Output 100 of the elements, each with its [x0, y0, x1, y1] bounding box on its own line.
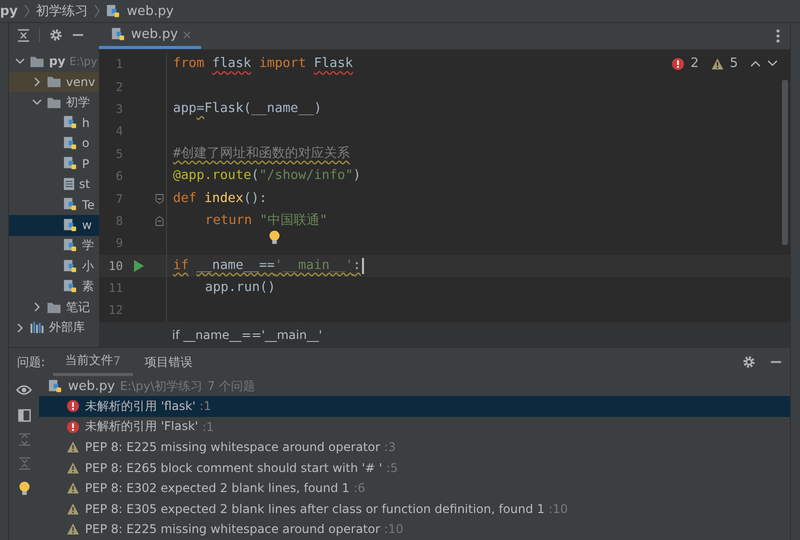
code-line: if __name__=='__main__': [173, 256, 364, 275]
tree-item-label: 笔记 [66, 298, 90, 316]
line-reference: :1 [200, 399, 212, 414]
folder-icon [46, 300, 62, 314]
code-line: @app.route("/show/info") [173, 167, 361, 186]
warning-icon [67, 441, 79, 454]
chevron-icon [94, 4, 100, 18]
context-breadcrumb[interactable]: if __name__=='__main__' [172, 328, 322, 342]
python-file-icon [63, 258, 78, 274]
tree-item[interactable]: 外部库 [9, 318, 99, 338]
breadcrumb-item[interactable]: py [0, 4, 18, 18]
problem-row[interactable]: PEP 8: E225 missing whitespace around operator :10 [39, 519, 790, 540]
text-file-icon [63, 177, 75, 192]
fold-end-icon[interactable] [154, 214, 164, 227]
more-options-icon[interactable] [776, 29, 780, 43]
tree-item-label: 学 [82, 237, 94, 254]
warning-icon [67, 462, 79, 474]
line-number: 8 [114, 214, 123, 228]
chevron-right-icon[interactable] [32, 302, 42, 312]
run-icon[interactable] [134, 260, 144, 272]
tree-item[interactable]: 素 [9, 276, 99, 297]
tree-item-label: 素 [82, 278, 94, 296]
tree-item[interactable]: 小 [9, 256, 99, 276]
problems-tab[interactable]: 当前文件7 [53, 348, 133, 376]
problem-message: PEP 8: E265 block comment should start with '# ' [85, 460, 382, 475]
file-name[interactable]: web.py [68, 378, 115, 394]
chevron-right-icon[interactable] [15, 322, 25, 333]
tree-item[interactable]: py E:\py [9, 51, 99, 72]
lightbulb-icon[interactable] [269, 230, 280, 245]
problem-row[interactable]: 未解析的引用 'flask' :1 [39, 396, 790, 416]
folder-icon [46, 96, 62, 109]
eye-icon[interactable] [16, 384, 32, 398]
code-line: return "中国联通" [205, 212, 328, 230]
warning-count[interactable]: 5 [730, 56, 738, 71]
tree-item[interactable]: h [9, 112, 99, 133]
tree-item[interactable]: o [9, 133, 99, 154]
error-icon [67, 420, 79, 433]
python-file-icon [63, 218, 78, 233]
line-number: 3 [114, 102, 123, 116]
tree-item[interactable]: st [9, 174, 99, 194]
line-number: 9 [114, 236, 123, 250]
chevron-down-icon[interactable] [32, 97, 42, 108]
problem-message: 未解析的引用 'flask' [85, 398, 196, 415]
line-number: 10 [108, 258, 123, 273]
tree-item-label: P [82, 156, 90, 171]
problem-message: PEP 8: E305 expected 2 blank lines after class or function definition, found 1 [85, 502, 545, 516]
breadcrumb-item[interactable]: web.py [126, 4, 174, 18]
collapse-all-icon[interactable] [17, 28, 30, 42]
folder-icon [29, 54, 45, 68]
tree-item[interactable]: w [9, 215, 99, 236]
line-number: 5 [114, 146, 123, 161]
problem-row[interactable]: 未解析的引用 'Flask' :1 [39, 416, 790, 437]
preview-panel-icon[interactable] [18, 409, 30, 422]
chevron-right-icon[interactable] [32, 76, 42, 87]
breadcrumb-item[interactable]: 初学练习 [36, 2, 88, 20]
tree-item-label: o [82, 136, 90, 150]
tree-item-label: h [82, 116, 90, 130]
scrollbar[interactable] [782, 80, 788, 245]
problem-row[interactable]: PEP 8: E225 missing whitespace around operator :3 [39, 437, 790, 458]
tree-item[interactable]: 笔记 [9, 297, 99, 318]
tree-item-label: 初学 [66, 94, 90, 111]
line-reference: :1 [202, 420, 214, 434]
tree-item-path: E:\py [69, 54, 98, 68]
line-number: 12 [108, 303, 123, 318]
python-file-icon [63, 197, 78, 212]
chevron-icon [24, 4, 30, 18]
settings-icon[interactable] [742, 355, 756, 369]
line-reference: :3 [384, 440, 396, 454]
error-icon [672, 58, 684, 70]
line-reference: :6 [354, 481, 366, 496]
code-line: #创建了网址和函数的对应关系 [173, 144, 350, 163]
python-file-icon [63, 156, 78, 172]
tree-item[interactable]: 学 [9, 236, 99, 256]
problem-row[interactable]: PEP 8: E265 block comment should start with '# ' :5 [39, 458, 790, 478]
error-count[interactable]: 2 [690, 56, 699, 71]
tree-item[interactable]: 初学 [9, 92, 99, 112]
tree-item-label: 外部库 [49, 319, 85, 336]
chevron-down-icon[interactable] [15, 56, 25, 66]
problem-message: PEP 8: E225 missing whitespace around operator [85, 522, 380, 536]
line-number: 4 [114, 124, 123, 138]
problem-row[interactable]: PEP 8: E305 expected 2 blank lines after class or function definition, found 1 :10 [39, 498, 790, 519]
line-number: 1 [114, 57, 123, 72]
tree-item[interactable]: Te [9, 194, 99, 215]
fold-start-icon[interactable] [154, 192, 164, 205]
warning-icon [67, 502, 79, 515]
python-file-icon [48, 378, 63, 394]
problems-tab[interactable]: 项目错误 [132, 348, 205, 376]
line-number: 7 [114, 192, 123, 206]
panel-title: 问题: [16, 354, 46, 370]
tree-item[interactable]: venv [9, 72, 99, 92]
lightbulb-icon[interactable] [18, 481, 30, 496]
settings-icon[interactable] [49, 28, 63, 42]
line-reference: :10 [548, 502, 568, 516]
tree-item-label: Te [82, 198, 95, 212]
folder-icon [46, 75, 62, 88]
python-file-icon [63, 136, 78, 151]
warning-icon [710, 58, 724, 70]
problem-row[interactable]: PEP 8: E302 expected 2 blank lines, found 1 :6 [39, 478, 790, 498]
tree-item[interactable]: P [9, 154, 99, 174]
warning-icon [67, 482, 79, 494]
